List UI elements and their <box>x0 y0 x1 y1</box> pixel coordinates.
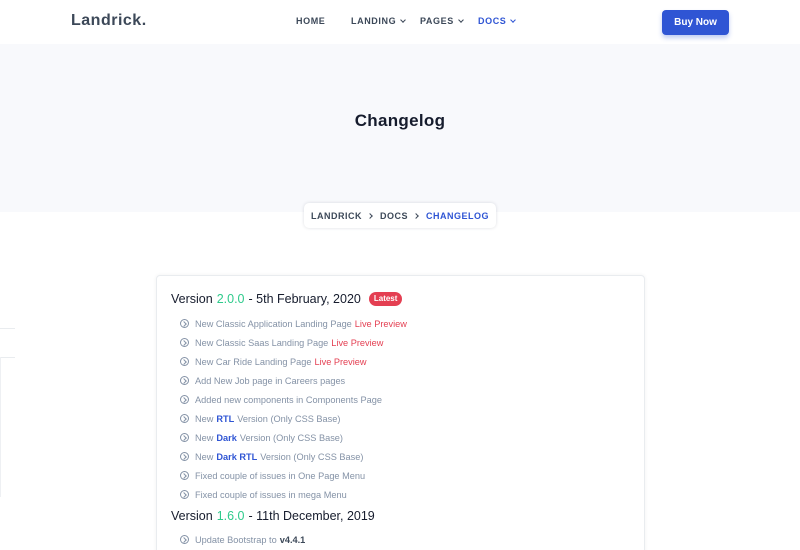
arrow-right-circle-icon <box>180 452 189 461</box>
page-title: Changelog <box>354 111 446 130</box>
item-text: Update Bootstrap to <box>195 534 277 545</box>
version-heading: Version 2.0.0 - 5th February, 2020 Lates… <box>171 292 403 306</box>
chevron-down-icon <box>458 17 464 23</box>
list-item: New Classic Saas Landing Page Live Previ… <box>180 333 407 352</box>
version-prefix: Version <box>171 509 213 523</box>
version-prefix: Version <box>171 292 213 306</box>
nav-docs-label: DOCS <box>478 16 507 26</box>
nav-landing[interactable]: LANDING <box>351 16 407 26</box>
item-text: New Classic Saas Landing Page <box>195 337 329 348</box>
list-item: New RTL Version (Only CSS Base) <box>180 409 407 428</box>
arrow-right-circle-icon <box>180 319 189 328</box>
item-text: New <box>195 432 214 443</box>
breadcrumb-changelog: CHANGELOG <box>426 210 489 221</box>
item-highlight: Dark <box>216 432 237 443</box>
arrow-right-circle-icon <box>180 535 189 544</box>
logo[interactable]: Landrick. <box>71 12 147 30</box>
version-date: - 5th February, 2020 <box>248 292 361 306</box>
list-item: Fixed couple of issues in mega Menu <box>180 485 407 504</box>
arrow-right-circle-icon <box>180 490 189 499</box>
arrow-right-circle-icon <box>180 357 189 366</box>
version-items-list: New Classic Application Landing Page Liv… <box>180 314 407 504</box>
version-heading: Version 1.6.0 - 11th December, 2019 <box>171 509 375 523</box>
top-navbar: Landrick. HOME LANDING PAGES DOCS Buy No… <box>0 0 800 44</box>
divider <box>0 328 15 329</box>
nav-home[interactable]: HOME <box>296 16 325 26</box>
arrow-right-circle-icon <box>180 433 189 442</box>
nav-docs[interactable]: DOCS <box>478 16 517 26</box>
arrow-right-circle-icon <box>180 471 189 480</box>
item-highlight: RTL <box>216 413 235 424</box>
list-item: New Dark Version (Only CSS Base) <box>180 428 407 447</box>
arrow-right-circle-icon <box>180 395 189 404</box>
list-item: Added new components in Components Page <box>180 390 407 409</box>
chevron-right-icon <box>367 212 373 219</box>
chevron-down-icon <box>510 17 517 23</box>
nav-home-label: HOME <box>296 16 326 26</box>
arrow-right-circle-icon <box>180 338 189 347</box>
list-item: Add New Job page in Careers pages <box>180 371 407 390</box>
list-item: New Dark RTL Version (Only CSS Base) <box>180 447 407 466</box>
live-preview-link[interactable]: Live Preview <box>314 357 366 367</box>
version-items-list: Update Bootstrap to v4.4.1 <box>180 530 305 549</box>
version-date: - 11th December, 2019 <box>248 509 375 523</box>
list-item: Update Bootstrap to v4.4.1 <box>180 530 305 549</box>
item-highlight: Dark RTL <box>216 451 258 462</box>
version-number: 2.0.0 <box>216 292 245 306</box>
buy-now-button[interactable]: Buy Now <box>662 10 729 35</box>
nav-landing-label: LANDING <box>351 16 397 26</box>
latest-badge: Latest <box>368 292 403 306</box>
list-item: New Car Ride Landing Page Live Preview <box>180 352 407 371</box>
breadcrumb: LANDRICK DOCS CHANGELOG <box>304 203 496 228</box>
item-text: Added new components in Components Page <box>195 394 382 405</box>
version-number: 1.6.0 <box>216 509 245 523</box>
item-text: Add New Job page in Careers pages <box>195 375 346 386</box>
breadcrumb-landrick[interactable]: LANDRICK <box>311 211 362 221</box>
breadcrumb-docs[interactable]: DOCS <box>380 211 408 221</box>
item-text: New <box>195 413 214 424</box>
item-text: New <box>195 451 214 462</box>
item-text: New Car Ride Landing Page <box>195 356 312 367</box>
item-text: Fixed couple of issues in mega Menu <box>195 489 347 500</box>
list-item: Fixed couple of issues in One Page Menu <box>180 466 407 485</box>
changelog-card: Version 2.0.0 - 5th February, 2020 Lates… <box>156 275 645 550</box>
nav-pages[interactable]: PAGES <box>420 16 464 26</box>
item-text: Version (Only CSS Base) <box>237 413 341 424</box>
arrow-right-circle-icon <box>180 376 189 385</box>
live-preview-link[interactable]: Live Preview <box>331 338 383 348</box>
item-text: Version (Only CSS Base) <box>239 432 343 443</box>
live-preview-link[interactable]: Live Preview <box>355 319 407 329</box>
chevron-right-icon <box>413 212 419 219</box>
chevron-down-icon <box>400 17 407 23</box>
item-text: New Classic Application Landing Page <box>195 318 352 329</box>
divider <box>0 357 15 358</box>
nav-pages-label: PAGES <box>420 16 454 26</box>
item-text: Version (Only CSS Base) <box>260 451 364 462</box>
item-version-strong: v4.4.1 <box>279 534 306 545</box>
arrow-right-circle-icon <box>180 414 189 423</box>
list-item: New Classic Application Landing Page Liv… <box>180 314 407 333</box>
item-text: Fixed couple of issues in One Page Menu <box>195 470 366 481</box>
divider <box>0 357 1 497</box>
